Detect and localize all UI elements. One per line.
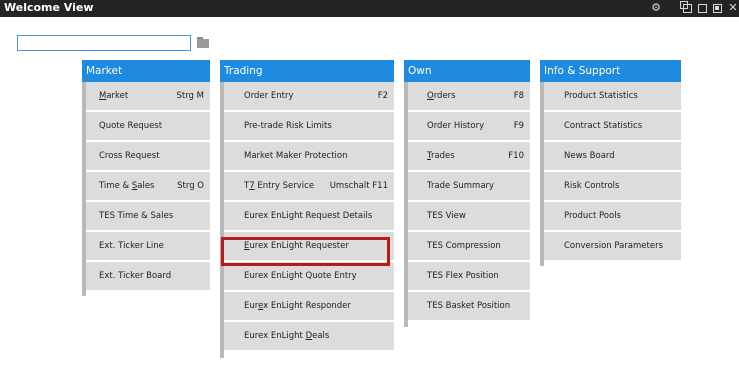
menu-item-time-sales[interactable]: Time & Sales Strg O — [86, 172, 210, 202]
window-tile-icon[interactable] — [696, 2, 708, 14]
menu-item-order-history[interactable]: Order History F9 — [408, 112, 530, 142]
save-icon[interactable] — [711, 2, 723, 14]
menu-item-conversion-parameters[interactable]: Conversion Parameters — [544, 232, 681, 262]
menu-item-eurex-enlight-deals[interactable]: Eurex EnLight Deals — [224, 322, 394, 352]
menu-item-tes-compression[interactable]: TES Compression — [408, 232, 530, 262]
menu-item-trade-summary[interactable]: Trade Summary — [408, 172, 530, 202]
menu-item-cross-request[interactable]: Cross Request — [86, 142, 210, 172]
menu-item-news-board[interactable]: News Board — [544, 142, 681, 172]
menu-item-tes-flex-position[interactable]: TES Flex Position — [408, 262, 530, 292]
close-icon[interactable]: ✕ — [727, 2, 739, 14]
menu-item-eurex-enlight-request-details[interactable]: Eurex EnLight Request Details — [224, 202, 394, 232]
menu-item-tes-view[interactable]: TES View — [408, 202, 530, 232]
menu-item-order-entry[interactable]: Order Entry F2 — [224, 82, 394, 112]
menu-item-eurex-enlight-requester[interactable]: Eurex EnLight Requester — [224, 232, 394, 262]
menu-item-tes-time-sales[interactable]: TES Time & Sales — [86, 202, 210, 232]
menu-item-t7-entry-service[interactable]: T7 Entry Service Umschalt F11 — [224, 172, 394, 202]
menu-item-market[interactable]: Market Strg M — [86, 82, 210, 112]
menu-item-trades[interactable]: Trades F10 — [408, 142, 530, 172]
menu-item-quote-request[interactable]: Quote Request — [86, 112, 210, 142]
column-header-trading: Trading — [220, 60, 394, 82]
folder-icon[interactable] — [197, 37, 209, 48]
menu-item-market-maker-protection[interactable]: Market Maker Protection — [224, 142, 394, 172]
column-market: Market Market Strg M Quote Request Cross … — [82, 60, 210, 296]
column-trading: Trading Order Entry F2 Pre-trade Risk Lim… — [220, 60, 394, 358]
menu-item-pre-trade-risk-limits[interactable]: Pre-trade Risk Limits — [224, 112, 394, 142]
search-input[interactable] — [17, 35, 191, 51]
column-info-support: Info & Support Product Statistics Contra… — [540, 60, 681, 266]
gear-icon[interactable]: ⚙ — [650, 2, 662, 14]
menu-item-product-statistics[interactable]: Product Statistics — [544, 82, 681, 112]
menu-item-contract-statistics[interactable]: Contract Statistics — [544, 112, 681, 142]
column-header-market: Market — [82, 60, 210, 82]
window-restore-icon[interactable] — [679, 0, 693, 14]
menu-item-tes-basket-position[interactable]: TES Basket Position — [408, 292, 530, 322]
menu-item-eurex-enlight-quote-entry[interactable]: Eurex EnLight Quote Entry — [224, 262, 394, 292]
column-header-info-support: Info & Support — [540, 60, 681, 82]
title-bar: Welcome View ⚙ ✕ — [0, 0, 739, 17]
menu-item-risk-controls[interactable]: Risk Controls — [544, 172, 681, 202]
menu-item-eurex-enlight-responder[interactable]: Eurex EnLight Responder — [224, 292, 394, 322]
menu-item-ext-ticker-board[interactable]: Ext. Ticker Board — [86, 262, 210, 292]
menu-item-product-pools[interactable]: Product Pools — [544, 202, 681, 232]
window-title: Welcome View — [4, 1, 94, 14]
column-header-own: Own — [404, 60, 530, 82]
menu-item-ext-ticker-line[interactable]: Ext. Ticker Line — [86, 232, 210, 262]
menu-item-orders[interactable]: Orders F8 — [408, 82, 530, 112]
column-own: Own Orders F8 Order History F9 Trades F10 T… — [404, 60, 530, 327]
